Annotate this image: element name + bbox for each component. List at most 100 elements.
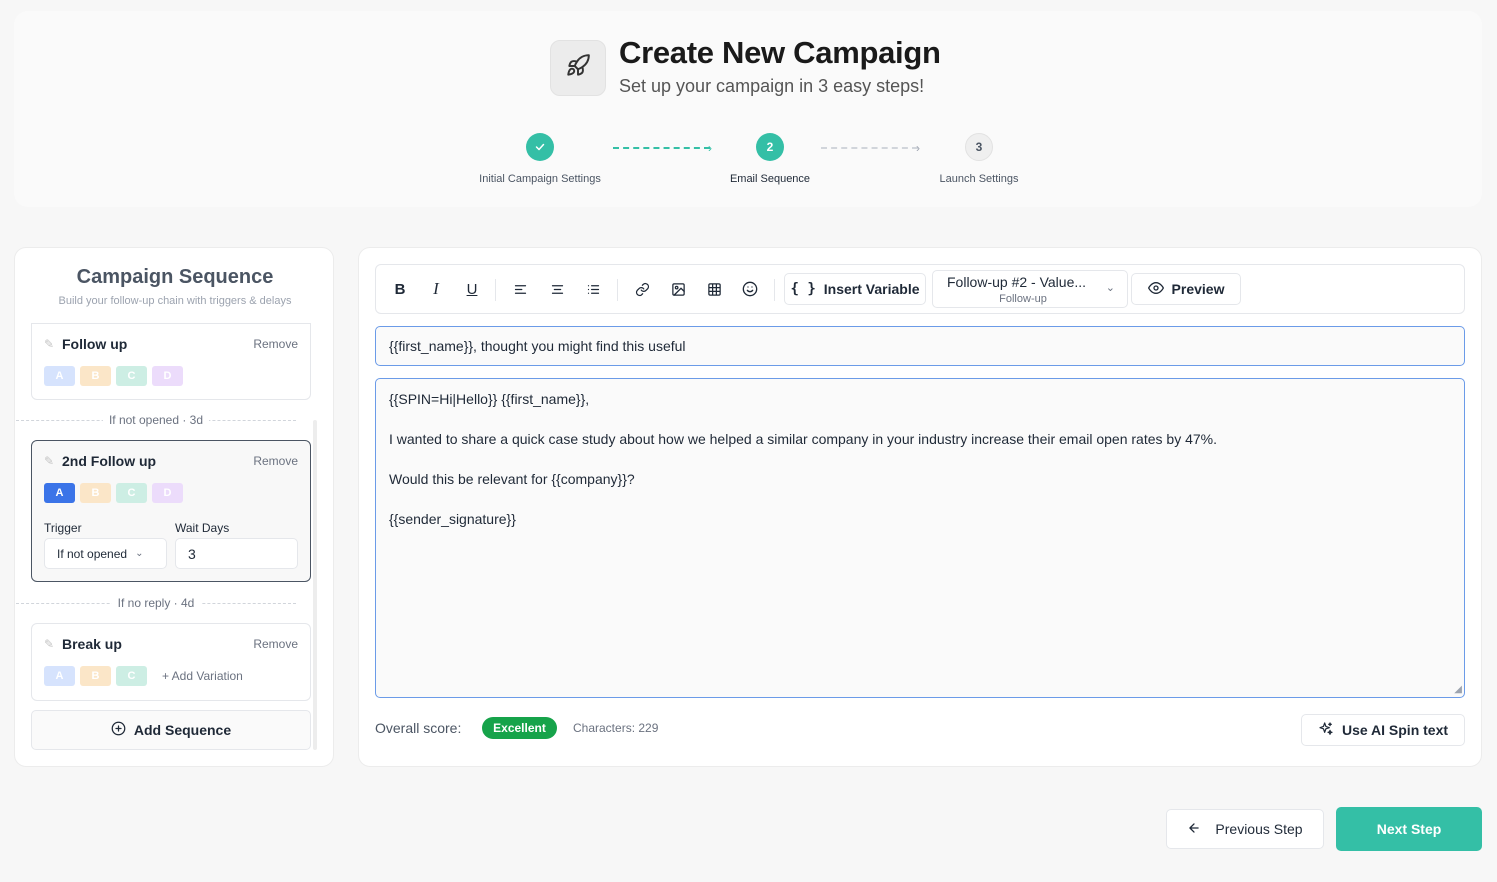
step-connector — [821, 147, 918, 149]
image-icon[interactable] — [667, 278, 689, 300]
step-initial-settings[interactable]: Initial Campaign Settings — [470, 133, 610, 185]
sequence-name: 2nd Follow up — [62, 453, 157, 469]
next-step-button[interactable]: Next Step — [1336, 807, 1482, 851]
variant-a[interactable]: A — [44, 483, 75, 503]
list-icon[interactable] — [582, 278, 604, 300]
divider-label: If no reply · 4d — [111, 596, 201, 610]
trigger-label: Trigger — [44, 521, 82, 535]
panel-title: Campaign Sequence — [76, 266, 274, 288]
underline-icon[interactable]: U — [461, 278, 483, 300]
step-launch-settings[interactable]: 3 Launch Settings — [929, 133, 1029, 185]
step-connector — [613, 147, 710, 149]
check-icon — [526, 133, 554, 161]
variant-list: A B C D — [44, 483, 183, 503]
template-select-subvalue: Follow-up — [999, 293, 1047, 305]
toolbar-separator — [617, 279, 618, 301]
braces-icon: { } — [790, 281, 816, 297]
ai-spin-label: Use AI Spin text — [1341, 722, 1449, 738]
variant-b[interactable]: B — [80, 483, 111, 503]
variant-c[interactable]: C — [116, 483, 147, 503]
template-select-value: Follow-up #2 - Value... — [947, 274, 1087, 290]
align-left-icon[interactable] — [509, 278, 531, 300]
sequence-card-follow-up[interactable]: ✎ Follow up Remove A B C D — [31, 323, 311, 400]
step-label: Launch Settings — [939, 173, 1019, 185]
template-select[interactable]: Follow-up #2 - Value... Follow-up ⌄ — [932, 270, 1128, 308]
variant-list: A B C + Add Variation — [44, 666, 243, 686]
wait-days-label: Wait Days — [175, 521, 230, 535]
remove-button[interactable]: Remove — [253, 637, 298, 651]
score-badge: Excellent — [482, 717, 557, 739]
sequence-name: Break up — [62, 636, 122, 652]
step-email-sequence[interactable]: 2 Email Sequence — [720, 133, 820, 185]
page-title: Create New Campaign — [619, 35, 941, 70]
variant-d[interactable]: D — [152, 366, 183, 386]
email-body-editor[interactable]: {{SPIN=Hi|Hello}} {{first_name}}, I want… — [375, 378, 1465, 698]
insert-variable-button[interactable]: { } Insert Variable — [784, 273, 926, 305]
step-number: 3 — [965, 133, 993, 161]
panel-subtitle: Build your follow-up chain with triggers… — [58, 295, 292, 307]
emoji-icon[interactable] — [739, 278, 761, 300]
sparkles-icon — [1318, 721, 1334, 740]
chevron-down-icon: ⌄ — [135, 548, 144, 559]
sequence-card-2nd-follow-up[interactable]: ✎ 2nd Follow up Remove A B C D Trigger W… — [31, 440, 311, 582]
body-line: I wanted to share a quick case study abo… — [389, 431, 1217, 447]
pencil-icon[interactable]: ✎ — [44, 637, 54, 651]
variant-a[interactable]: A — [44, 666, 75, 686]
sequence-name: Follow up — [62, 336, 128, 352]
align-center-icon[interactable] — [546, 278, 568, 300]
bold-icon[interactable]: B — [389, 278, 411, 300]
eye-icon — [1147, 280, 1164, 299]
variant-list: A B C D — [44, 366, 183, 386]
subject-input[interactable]: {{first_name}}, thought you might find t… — [375, 326, 1465, 366]
remove-button[interactable]: Remove — [253, 454, 298, 468]
italic-icon[interactable]: I — [425, 278, 447, 300]
divider-label: If not opened · 3d — [102, 413, 210, 427]
variant-d[interactable]: D — [152, 483, 183, 503]
body-line: Would this be relevant for {{company}}? — [389, 471, 635, 487]
plus-circle-icon — [111, 721, 126, 739]
variant-c[interactable]: C — [116, 366, 147, 386]
step-label: Email Sequence — [729, 173, 811, 185]
toolbar-separator — [774, 279, 775, 301]
ai-spin-button[interactable]: Use AI Spin text — [1301, 714, 1465, 746]
trigger-value: If not opened — [57, 546, 128, 561]
chevron-right-icon: › — [708, 141, 712, 155]
chevron-down-icon: ⌄ — [1105, 282, 1115, 294]
body-line: {{SPIN=Hi|Hello}} {{first_name}}, — [389, 391, 590, 407]
score-label: Overall score: — [375, 720, 462, 736]
wait-days-input[interactable]: 3 — [175, 538, 298, 569]
table-icon[interactable] — [703, 278, 725, 300]
variant-a[interactable]: A — [44, 366, 75, 386]
step-label: Initial Campaign Settings — [479, 173, 601, 185]
body-line: {{sender_signature}} — [389, 511, 516, 527]
pencil-icon[interactable]: ✎ — [44, 454, 54, 468]
character-count: Characters: 229 — [573, 721, 659, 735]
sequence-divider: If no reply · 4d — [16, 596, 296, 610]
preview-label: Preview — [1171, 281, 1225, 297]
trigger-select[interactable]: If not opened ⌄ — [44, 538, 167, 569]
preview-button[interactable]: Preview — [1131, 273, 1241, 305]
variant-b[interactable]: B — [80, 366, 111, 386]
insert-variable-label: Insert Variable — [823, 281, 920, 297]
chevron-right-icon: › — [916, 141, 920, 155]
sequence-divider: If not opened · 3d — [16, 413, 296, 427]
rocket-icon — [565, 53, 591, 84]
sequence-scrollbar[interactable] — [313, 420, 317, 750]
page-subtitle: Set up your campaign in 3 easy steps! — [619, 76, 925, 96]
variant-c[interactable]: C — [116, 666, 147, 686]
step-number: 2 — [756, 133, 784, 161]
sequence-card-break-up[interactable]: ✎ Break up Remove A B C + Add Variation — [31, 623, 311, 701]
link-icon[interactable] — [631, 278, 653, 300]
logo — [550, 40, 606, 96]
previous-step-button[interactable]: Previous Step — [1166, 809, 1324, 849]
resize-handle-icon[interactable]: ◢ — [1454, 684, 1462, 695]
editor-toolbar: B I U { } Insert Variable Follow-up #2 -… — [375, 264, 1465, 314]
pencil-icon[interactable]: ✎ — [44, 337, 54, 351]
add-sequence-label: Add Sequence — [133, 722, 232, 738]
variant-b[interactable]: B — [80, 666, 111, 686]
previous-step-label: Previous Step — [1215, 821, 1303, 837]
add-sequence-button[interactable]: Add Sequence — [31, 710, 311, 750]
remove-button[interactable]: Remove — [253, 337, 298, 351]
add-variation-button[interactable]: + Add Variation — [162, 666, 243, 686]
toolbar-separator — [495, 279, 496, 301]
